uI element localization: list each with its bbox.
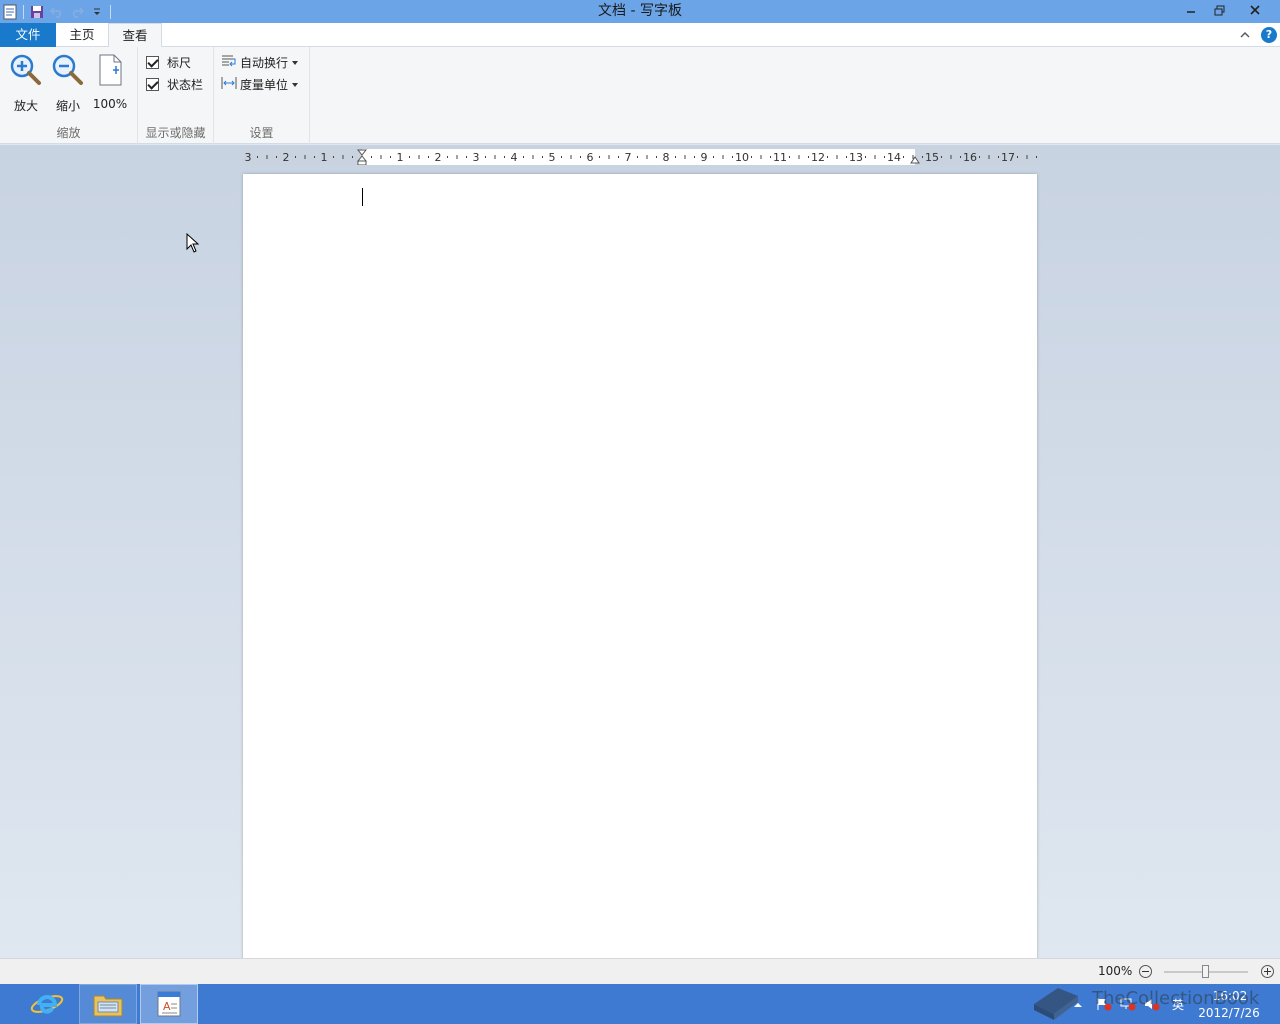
ruler-label: 15 — [925, 151, 939, 164]
customize-qat-icon[interactable] — [87, 2, 107, 22]
window-title: 文档 - 写字板 — [598, 3, 682, 19]
ruler-label: 2 — [435, 151, 442, 164]
show-hide-group-label: 显示或隐藏 — [145, 126, 206, 140]
ruler-checkbox-label: 标尺 — [167, 55, 192, 70]
ruler-label: 8 — [663, 151, 670, 164]
ruler-label: 3 — [473, 151, 480, 164]
status-bar-checkbox[interactable]: 状态栏 — [146, 75, 203, 93]
show-hidden-icons-icon[interactable] — [1072, 999, 1088, 1013]
taskbar-wordpad[interactable]: A — [140, 984, 198, 1024]
title-bar: 文档 - 写字板 — [0, 0, 1280, 23]
show-hide-group: 标尺 状态栏 显示或隐藏 — [138, 47, 214, 144]
ruler-label: 4 — [511, 151, 518, 164]
text-caret — [362, 188, 363, 206]
ruler-label: 13 — [849, 151, 863, 164]
internet-explorer-icon — [30, 995, 64, 1014]
ruler-label: 1 — [321, 151, 328, 164]
ruler-label: 1 — [397, 151, 404, 164]
chevron-down-icon — [292, 60, 299, 65]
folder-icon — [93, 995, 123, 1017]
ime-indicator[interactable]: 英 — [1172, 996, 1184, 1013]
ruler-label: 9 — [701, 151, 708, 164]
close-button[interactable] — [1232, 0, 1278, 20]
ruler-label: 12 — [811, 151, 825, 164]
qat-separator — [110, 4, 111, 19]
zoom-100-button[interactable]: 100% — [90, 52, 130, 111]
zoom-100-label: 100% — [92, 97, 128, 111]
status-bar-checkbox-label: 状态栏 — [167, 77, 204, 92]
settings-group: 自动换行 度量单位 设置 — [214, 47, 310, 144]
help-icon[interactable]: ? — [1261, 27, 1277, 43]
ruler-checkbox[interactable]: 标尺 — [146, 53, 191, 71]
restore-button[interactable] — [1206, 0, 1232, 20]
zoom-group: 放大 缩小 100% 缩放 — [0, 47, 138, 144]
tab-view[interactable]: 查看 — [108, 23, 162, 48]
zoom-in-button[interactable]: 放大 — [6, 52, 46, 113]
zoom-in-label: 放大 — [13, 99, 38, 113]
wordpad-icon: A — [157, 991, 181, 1017]
taskbar: A 英 16:02 2012/7/26 — [0, 984, 1280, 1024]
ruler-label: 5 — [549, 151, 556, 164]
word-wrap-icon — [221, 54, 237, 71]
zoom-slider[interactable] — [1164, 965, 1248, 978]
ruler-label: 7 — [625, 151, 632, 164]
redo-icon[interactable] — [67, 2, 87, 22]
ruler-label: 6 — [587, 151, 594, 164]
ruler-label: 10 — [735, 151, 749, 164]
quick-access-toolbar — [0, 0, 114, 23]
ruler-label: 14 — [887, 151, 901, 164]
ribbon: 放大 缩小 100% 缩放 标尺 状态栏 显示或隐藏 自动换行 度量单位 设置 — [0, 47, 1280, 144]
clock-time[interactable]: 16:02 — [1200, 989, 1260, 1003]
document-page[interactable] — [243, 174, 1037, 964]
status-bar-check-icon[interactable] — [146, 77, 159, 91]
wordpad-app-icon[interactable] — [0, 2, 20, 22]
zoom-in-icon[interactable] — [1261, 965, 1274, 978]
volume-muted-icon[interactable] — [1144, 997, 1160, 1011]
magnifier-minus-icon — [48, 52, 88, 88]
measurement-units-dropdown[interactable]: 度量单位 — [221, 75, 299, 93]
magnifier-plus-icon — [6, 52, 46, 88]
undo-icon[interactable] — [47, 2, 67, 22]
page-icon — [90, 52, 130, 88]
ruler-label: 17 — [1001, 151, 1015, 164]
action-center-flag-icon[interactable] — [1096, 997, 1112, 1011]
ruler-label: 2 — [283, 151, 290, 164]
ruler-label: 11 — [773, 151, 787, 164]
save-icon[interactable] — [27, 2, 47, 22]
qat-separator — [23, 4, 24, 19]
ruler-label: 3 — [245, 151, 252, 164]
tab-file[interactable]: 文件 — [0, 23, 56, 47]
ruler-label: 16 — [963, 151, 977, 164]
zoom-out-icon[interactable] — [1139, 965, 1152, 978]
document-workspace[interactable]: 3 2 1 1 2 3 4 5 6 7 8 9 10 11 12 13 14 15 16 17 — [0, 145, 1280, 964]
zoom-level-label: 100% — [1098, 964, 1133, 978]
collapse-ribbon-icon[interactable] — [1238, 28, 1252, 42]
ribbon-tabs: 文件 主页 查看 ? — [0, 23, 1280, 48]
zoom-slider-thumb[interactable] — [1202, 965, 1209, 978]
zoom-group-label: 缩放 — [56, 126, 81, 140]
ruler[interactable]: 3 2 1 1 2 3 4 5 6 7 8 9 10 11 12 13 14 15 16 17 — [242, 149, 1038, 165]
word-wrap-label: 自动换行 — [240, 55, 289, 70]
taskbar-internet-explorer[interactable] — [18, 984, 76, 1024]
svg-text:A: A — [163, 1000, 171, 1013]
zoom-out-label: 缩小 — [55, 99, 80, 113]
zoom-out-button[interactable]: 缩小 — [48, 52, 88, 113]
clock-date[interactable]: 2012/7/26 — [1194, 1006, 1264, 1020]
taskbar-file-explorer[interactable] — [79, 984, 137, 1024]
measurement-units-label: 度量单位 — [240, 77, 289, 92]
chevron-down-icon — [292, 82, 299, 87]
ruler-check-icon[interactable] — [146, 55, 159, 69]
minimize-button[interactable] — [1176, 0, 1206, 20]
settings-group-label: 设置 — [249, 126, 274, 140]
word-wrap-dropdown[interactable]: 自动换行 — [221, 53, 299, 71]
measurement-units-icon — [221, 76, 237, 93]
network-icon[interactable] — [1120, 997, 1136, 1011]
status-bar: 100% — [0, 958, 1280, 984]
mouse-cursor-icon — [186, 232, 200, 256]
tab-home[interactable]: 主页 — [56, 23, 108, 47]
